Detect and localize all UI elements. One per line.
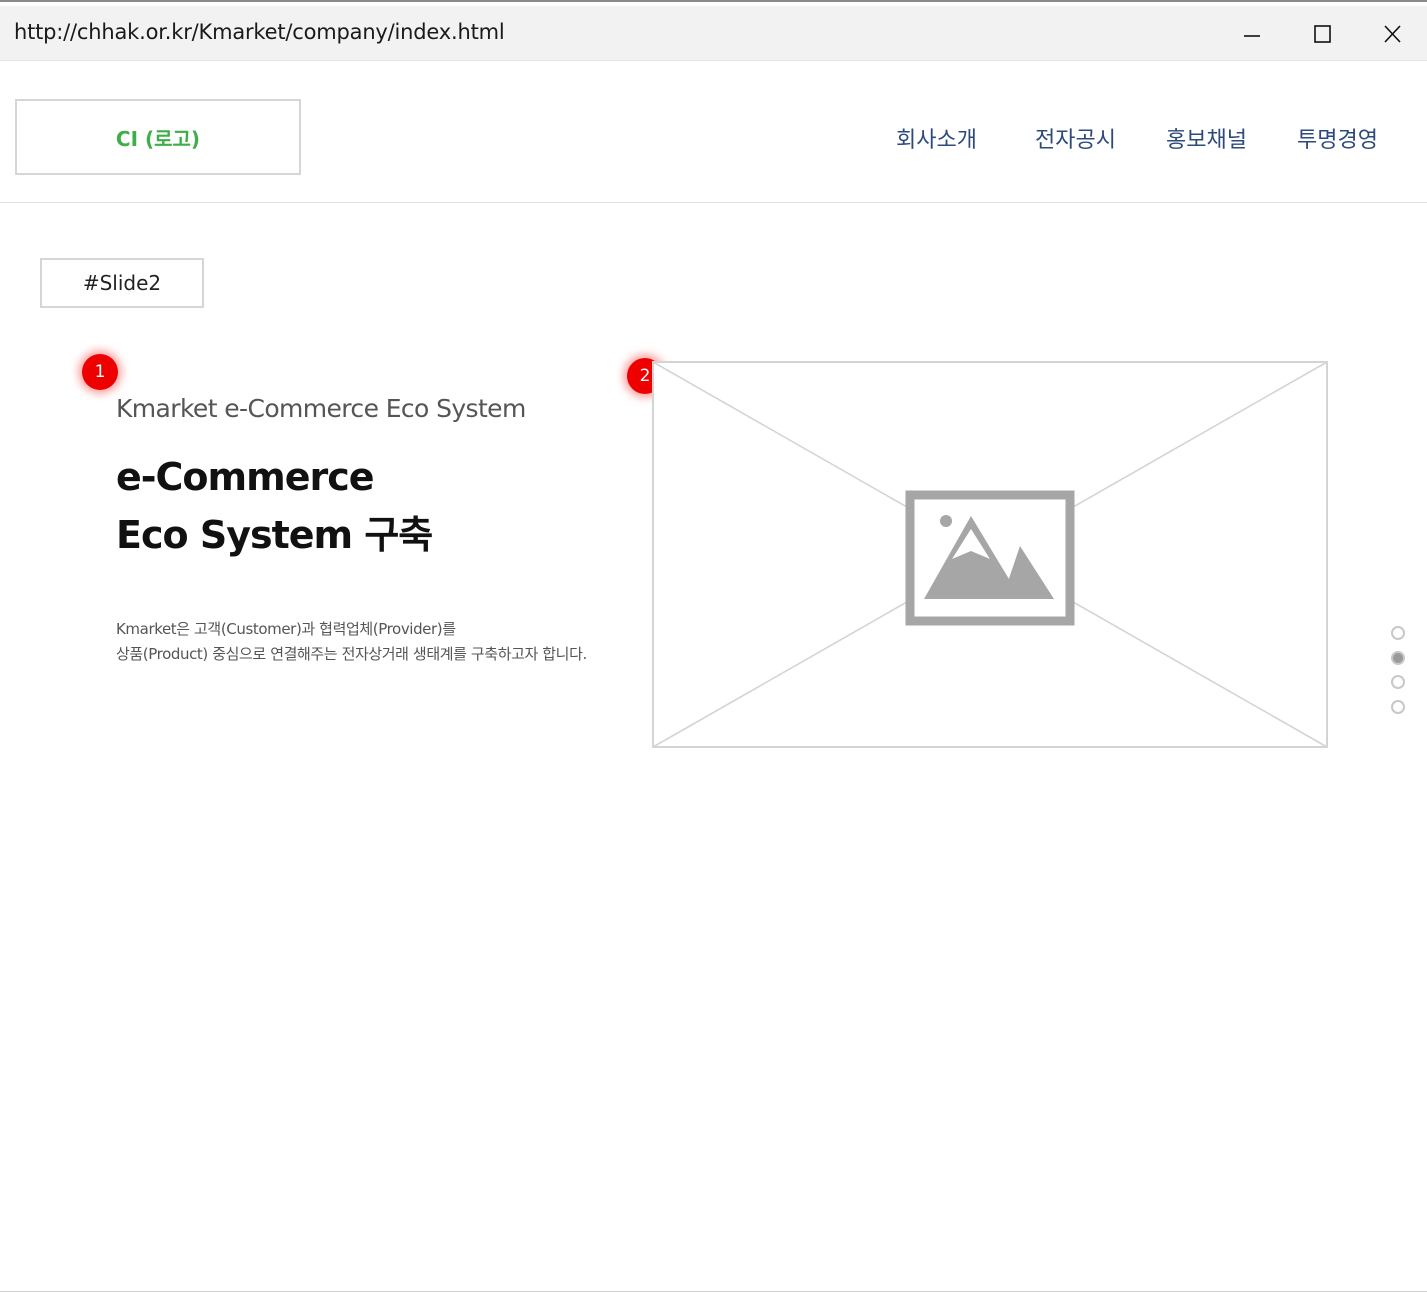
minimize-button[interactable] [1230, 16, 1274, 52]
maximize-button[interactable] [1300, 16, 1344, 52]
slide-heading-line-1: e-Commerce [116, 455, 375, 499]
slide-heading-line-2: Eco System 구축 [116, 513, 433, 557]
maximize-icon [1314, 25, 1331, 43]
pager-dot-2-active[interactable] [1391, 651, 1405, 665]
minimize-icon [1244, 35, 1260, 37]
pager-dot-1[interactable] [1391, 626, 1405, 640]
slide-subtitle: Kmarket e-Commerce Eco System [116, 394, 526, 423]
browser-title-bar: http://chhak.or.kr/Kmarket/company/index… [0, 6, 1427, 61]
nav-item-pr-channel[interactable]: 홍보채널 [1166, 122, 1247, 154]
nav-item-transparent-management[interactable]: 투명경영 [1297, 122, 1378, 154]
slide-description-line-2: 상품(Product) 중심으로 연결해주는 전자상거래 생태계를 구축하고자 … [116, 645, 587, 663]
browser-window: http://chhak.or.kr/Kmarket/company/index… [0, 0, 1427, 1292]
nav-item-disclosure[interactable]: 전자공시 [1035, 122, 1116, 154]
main-navigation: 회사소개 전자공시 홍보채널 투명경영 [0, 122, 1427, 154]
slide-description-line-1: Kmarket은 고객(Customer)과 협력업체(Provider)를 [116, 620, 456, 638]
site-header: CI (로고) 회사소개 전자공시 홍보채널 투명경영 [0, 62, 1427, 203]
slide-heading: e-Commerce Eco System 구축 [116, 448, 433, 564]
image-placeholder-icon [652, 361, 1328, 748]
slide-image [652, 361, 1328, 748]
address-url[interactable]: http://chhak.or.kr/Kmarket/company/index… [14, 20, 505, 44]
close-icon [1384, 25, 1401, 43]
nav-item-company-intro[interactable]: 회사소개 [896, 122, 977, 154]
pager-dot-3[interactable] [1391, 675, 1405, 689]
slide-tag: #Slide2 [40, 258, 204, 308]
pager-dot-4[interactable] [1391, 700, 1405, 714]
annotation-marker-1: 1 [82, 354, 118, 390]
close-button[interactable] [1370, 16, 1414, 52]
slide-description: Kmarket은 고객(Customer)과 협력업체(Provider)를 상… [116, 617, 587, 667]
